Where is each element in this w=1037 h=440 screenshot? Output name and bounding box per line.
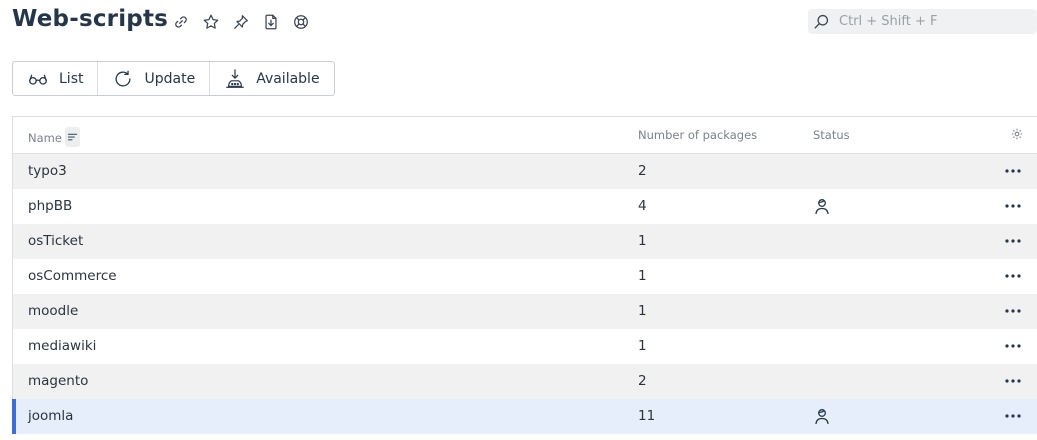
search-box[interactable] [808, 9, 1037, 34]
title-actions [172, 12, 322, 32]
row-name: joomla [28, 408, 74, 424]
search-input[interactable] [839, 14, 1029, 29]
table-row[interactable]: mediawiki 1 [13, 329, 1037, 364]
more-actions-icon[interactable] [1003, 198, 1023, 214]
sort-icon[interactable] [64, 127, 80, 147]
column-name-label: Name [28, 131, 62, 145]
user-icon [813, 407, 831, 425]
user-icon [813, 197, 831, 215]
list-button[interactable]: List [13, 62, 99, 95]
refresh-icon [115, 70, 132, 87]
more-actions-icon[interactable] [1003, 338, 1023, 354]
help-icon[interactable] [292, 12, 322, 32]
scripts-table: Name Number of packages Status typo3 2 php… [12, 116, 1037, 434]
row-package-count: 1 [638, 338, 647, 354]
update-button[interactable]: Update [98, 62, 211, 95]
row-name: typo3 [28, 163, 67, 179]
pin-icon[interactable] [232, 12, 262, 32]
column-header-name[interactable]: Name [28, 127, 80, 148]
row-package-count: 1 [638, 268, 647, 284]
column-settings-gear-icon[interactable] [1011, 128, 1025, 142]
page-header: Web-scripts [0, 0, 1037, 50]
table-row[interactable]: joomla 11 [12, 399, 1037, 434]
table-row[interactable]: osCommerce 1 [13, 259, 1037, 294]
row-name: osTicket [28, 233, 84, 249]
row-package-count: 2 [638, 163, 647, 179]
more-actions-icon[interactable] [1003, 268, 1023, 284]
more-actions-icon[interactable] [1003, 408, 1023, 424]
row-name: phpBB [28, 198, 73, 214]
install-icon [226, 68, 245, 88]
row-name: magento [28, 373, 89, 389]
table-row[interactable]: osTicket 1 [13, 224, 1037, 259]
search-icon [813, 13, 831, 31]
more-actions-icon[interactable] [1003, 373, 1023, 389]
toolbar: List Update Available [12, 61, 335, 96]
star-icon[interactable] [202, 12, 232, 32]
link-icon[interactable] [172, 12, 202, 32]
row-package-count: 2 [638, 373, 647, 389]
available-button[interactable]: Available [210, 62, 333, 95]
table-row[interactable]: typo3 2 [13, 154, 1037, 189]
glasses-icon [29, 74, 47, 85]
row-name: osCommerce [28, 268, 117, 284]
row-package-count: 4 [638, 198, 647, 214]
column-header-packages[interactable]: Number of packages [638, 128, 757, 142]
export-icon[interactable] [262, 12, 292, 32]
list-button-label: List [59, 70, 84, 87]
more-actions-icon[interactable] [1003, 233, 1023, 249]
table-body: typo3 2 phpBB 4 osTicket 1 osCommerce 1 moodle 1 m… [12, 154, 1037, 434]
row-package-count: 1 [638, 233, 647, 249]
page-title: Web-scripts [12, 6, 169, 32]
table-row[interactable]: moodle 1 [13, 294, 1037, 329]
table-row[interactable]: magento 2 [13, 364, 1037, 399]
row-package-count: 11 [638, 408, 656, 424]
update-button-label: Update [144, 70, 196, 87]
available-button-label: Available [256, 70, 320, 87]
table-row[interactable]: phpBB 4 [13, 189, 1037, 224]
column-header-status[interactable]: Status [813, 128, 850, 142]
row-name: mediawiki [28, 338, 97, 354]
more-actions-icon[interactable] [1003, 303, 1023, 319]
row-name: moodle [28, 303, 79, 319]
table-header: Name Number of packages Status [13, 117, 1037, 154]
more-actions-icon[interactable] [1003, 163, 1023, 179]
row-package-count: 1 [638, 303, 647, 319]
